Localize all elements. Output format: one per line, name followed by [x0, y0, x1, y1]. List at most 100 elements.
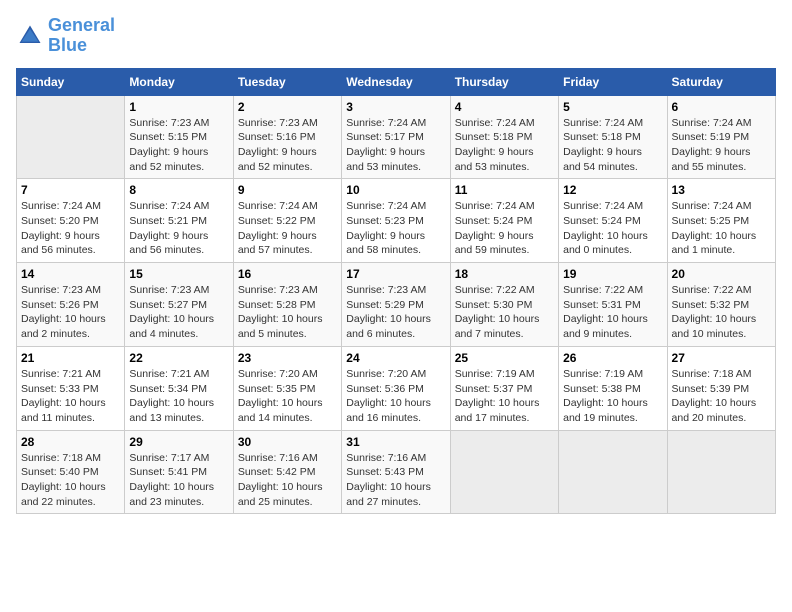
- day-number: 28: [21, 435, 120, 449]
- day-info: Sunrise: 7:24 AM Sunset: 5:19 PM Dayligh…: [672, 116, 771, 175]
- day-info: Sunrise: 7:24 AM Sunset: 5:17 PM Dayligh…: [346, 116, 445, 175]
- day-number: 19: [563, 267, 662, 281]
- calendar-cell: 6 Sunrise: 7:24 AM Sunset: 5:19 PM Daylig…: [667, 95, 775, 179]
- column-header-sunday: Sunday: [17, 68, 125, 95]
- day-info: Sunrise: 7:24 AM Sunset: 5:20 PM Dayligh…: [21, 199, 120, 258]
- calendar-cell: 10Sunrise: 7:24 AM Sunset: 5:23 PM Dayli…: [342, 179, 450, 263]
- calendar-cell: 16 Sunrise: 7:23 AM Sunset: 5:28 PM Dayli…: [233, 263, 341, 347]
- week-row-2: 7 Sunrise: 7:24 AM Sunset: 5:20 PM Daylig…: [17, 179, 776, 263]
- calendar-cell: 31Sunrise: 7:16 AM Sunset: 5:43 PM Dayli…: [342, 430, 450, 514]
- day-info: Sunrise: 7:19 AM Sunset: 5:37 PM Dayligh…: [455, 367, 554, 426]
- day-info: Sunrise: 7:23 AM Sunset: 5:29 PM Dayligh…: [346, 283, 445, 342]
- week-row-1: 1 Sunrise: 7:23 AM Sunset: 5:15 PM Daylig…: [17, 95, 776, 179]
- day-info: Sunrise: 7:22 AM Sunset: 5:32 PM Dayligh…: [672, 283, 771, 342]
- day-number: 23: [238, 351, 337, 365]
- calendar-cell: 14 Sunrise: 7:23 AM Sunset: 5:26 PM Dayli…: [17, 263, 125, 347]
- day-number: 25: [455, 351, 554, 365]
- day-number: 3: [346, 100, 445, 114]
- calendar-cell: [450, 430, 558, 514]
- day-info: Sunrise: 7:17 AM Sunset: 5:41 PM Dayligh…: [129, 451, 228, 510]
- day-info: Sunrise: 7:21 AM Sunset: 5:34 PM Dayligh…: [129, 367, 228, 426]
- calendar-cell: 29Sunrise: 7:17 AM Sunset: 5:41 PM Dayli…: [125, 430, 233, 514]
- calendar-cell: 20 Sunrise: 7:22 AM Sunset: 5:32 PM Dayli…: [667, 263, 775, 347]
- calendar-cell: 8 Sunrise: 7:24 AM Sunset: 5:21 PM Daylig…: [125, 179, 233, 263]
- calendar-cell: 27 Sunrise: 7:18 AM Sunset: 5:39 PM Dayli…: [667, 346, 775, 430]
- page-header: General Blue: [16, 16, 776, 56]
- calendar-cell: [667, 430, 775, 514]
- calendar-table: SundayMondayTuesdayWednesdayThursdayFrid…: [16, 68, 776, 515]
- day-info: Sunrise: 7:20 AM Sunset: 5:36 PM Dayligh…: [346, 367, 445, 426]
- day-info: Sunrise: 7:20 AM Sunset: 5:35 PM Dayligh…: [238, 367, 337, 426]
- day-number: 12: [563, 183, 662, 197]
- calendar-cell: 21 Sunrise: 7:21 AM Sunset: 5:33 PM Dayli…: [17, 346, 125, 430]
- logo: General Blue: [16, 16, 115, 56]
- calendar-body: 1 Sunrise: 7:23 AM Sunset: 5:15 PM Daylig…: [17, 95, 776, 514]
- calendar-cell: 15Sunrise: 7:23 AM Sunset: 5:27 PM Dayli…: [125, 263, 233, 347]
- calendar-cell: 2 Sunrise: 7:23 AM Sunset: 5:16 PM Daylig…: [233, 95, 341, 179]
- calendar-cell: 11Sunrise: 7:24 AM Sunset: 5:24 PM Dayli…: [450, 179, 558, 263]
- day-info: Sunrise: 7:23 AM Sunset: 5:15 PM Dayligh…: [129, 116, 228, 175]
- day-number: 9: [238, 183, 337, 197]
- calendar-cell: 7 Sunrise: 7:24 AM Sunset: 5:20 PM Daylig…: [17, 179, 125, 263]
- day-info: Sunrise: 7:18 AM Sunset: 5:39 PM Dayligh…: [672, 367, 771, 426]
- day-number: 30: [238, 435, 337, 449]
- day-number: 2: [238, 100, 337, 114]
- calendar-cell: 26 Sunrise: 7:19 AM Sunset: 5:38 PM Dayli…: [559, 346, 667, 430]
- day-number: 27: [672, 351, 771, 365]
- day-info: Sunrise: 7:22 AM Sunset: 5:31 PM Dayligh…: [563, 283, 662, 342]
- calendar-cell: 30 Sunrise: 7:16 AM Sunset: 5:42 PM Dayli…: [233, 430, 341, 514]
- calendar-cell: 25 Sunrise: 7:19 AM Sunset: 5:37 PM Dayli…: [450, 346, 558, 430]
- day-number: 31: [346, 435, 445, 449]
- day-number: 10: [346, 183, 445, 197]
- day-number: 16: [238, 267, 337, 281]
- day-info: Sunrise: 7:24 AM Sunset: 5:24 PM Dayligh…: [455, 199, 554, 258]
- calendar-cell: 9Sunrise: 7:24 AM Sunset: 5:22 PM Daylig…: [233, 179, 341, 263]
- day-info: Sunrise: 7:24 AM Sunset: 5:25 PM Dayligh…: [672, 199, 771, 258]
- day-number: 22: [129, 351, 228, 365]
- day-info: Sunrise: 7:16 AM Sunset: 5:42 PM Dayligh…: [238, 451, 337, 510]
- day-info: Sunrise: 7:23 AM Sunset: 5:16 PM Dayligh…: [238, 116, 337, 175]
- day-info: Sunrise: 7:23 AM Sunset: 5:26 PM Dayligh…: [21, 283, 120, 342]
- day-number: 1: [129, 100, 228, 114]
- calendar-cell: 3 Sunrise: 7:24 AM Sunset: 5:17 PM Daylig…: [342, 95, 450, 179]
- day-info: Sunrise: 7:24 AM Sunset: 5:24 PM Dayligh…: [563, 199, 662, 258]
- day-number: 13: [672, 183, 771, 197]
- calendar-cell: 18Sunrise: 7:22 AM Sunset: 5:30 PM Dayli…: [450, 263, 558, 347]
- day-number: 21: [21, 351, 120, 365]
- column-header-friday: Friday: [559, 68, 667, 95]
- week-row-4: 21 Sunrise: 7:21 AM Sunset: 5:33 PM Dayli…: [17, 346, 776, 430]
- logo-icon: [16, 22, 44, 50]
- calendar-cell: 28 Sunrise: 7:18 AM Sunset: 5:40 PM Dayli…: [17, 430, 125, 514]
- column-header-saturday: Saturday: [667, 68, 775, 95]
- day-number: 17: [346, 267, 445, 281]
- calendar-cell: 4Sunrise: 7:24 AM Sunset: 5:18 PM Daylig…: [450, 95, 558, 179]
- day-number: 26: [563, 351, 662, 365]
- calendar-cell: 24 Sunrise: 7:20 AM Sunset: 5:36 PM Dayli…: [342, 346, 450, 430]
- column-header-monday: Monday: [125, 68, 233, 95]
- calendar-cell: 19 Sunrise: 7:22 AM Sunset: 5:31 PM Dayli…: [559, 263, 667, 347]
- day-number: 8: [129, 183, 228, 197]
- day-info: Sunrise: 7:24 AM Sunset: 5:21 PM Dayligh…: [129, 199, 228, 258]
- column-header-tuesday: Tuesday: [233, 68, 341, 95]
- calendar-cell: 12 Sunrise: 7:24 AM Sunset: 5:24 PM Dayli…: [559, 179, 667, 263]
- logo-text: General Blue: [48, 16, 115, 56]
- day-info: Sunrise: 7:21 AM Sunset: 5:33 PM Dayligh…: [21, 367, 120, 426]
- day-number: 15: [129, 267, 228, 281]
- day-info: Sunrise: 7:19 AM Sunset: 5:38 PM Dayligh…: [563, 367, 662, 426]
- day-number: 14: [21, 267, 120, 281]
- day-info: Sunrise: 7:18 AM Sunset: 5:40 PM Dayligh…: [21, 451, 120, 510]
- calendar-cell: 1 Sunrise: 7:23 AM Sunset: 5:15 PM Daylig…: [125, 95, 233, 179]
- day-number: 6: [672, 100, 771, 114]
- calendar-cell: [559, 430, 667, 514]
- day-info: Sunrise: 7:24 AM Sunset: 5:18 PM Dayligh…: [563, 116, 662, 175]
- day-number: 4: [455, 100, 554, 114]
- day-number: 5: [563, 100, 662, 114]
- day-info: Sunrise: 7:23 AM Sunset: 5:28 PM Dayligh…: [238, 283, 337, 342]
- calendar-cell: 23 Sunrise: 7:20 AM Sunset: 5:35 PM Dayli…: [233, 346, 341, 430]
- day-number: 20: [672, 267, 771, 281]
- day-number: 7: [21, 183, 120, 197]
- calendar-cell: [17, 95, 125, 179]
- calendar-cell: 5 Sunrise: 7:24 AM Sunset: 5:18 PM Daylig…: [559, 95, 667, 179]
- day-number: 18: [455, 267, 554, 281]
- day-number: 24: [346, 351, 445, 365]
